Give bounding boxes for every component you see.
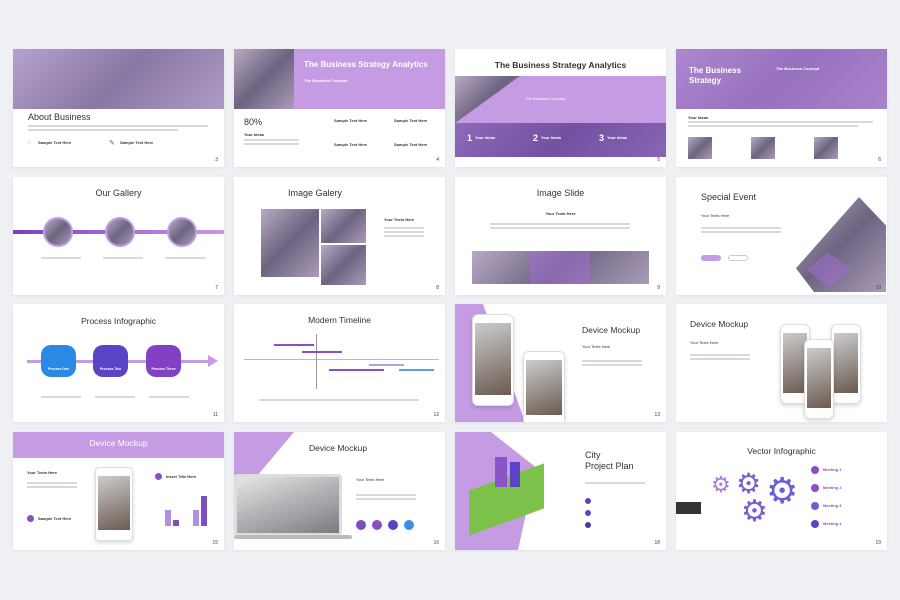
text-heading: Your Texts Here	[384, 217, 415, 222]
slide-thumbnail-14[interactable]: Device Mockup Your Texts Here	[676, 304, 887, 422]
item-label: Sample Text Here	[394, 142, 428, 147]
step-label: Process One	[47, 367, 70, 371]
lightbulb-icon: ◌	[27, 139, 32, 146]
slide-title: Vector Infographic	[747, 446, 816, 456]
step-label: Your Ideas	[475, 135, 496, 140]
gear-icon: ⚙	[711, 472, 731, 497]
stat-value: 80%	[244, 117, 263, 127]
text-heading: Your Texts Here	[690, 340, 719, 345]
slide-thumbnail-9[interactable]: Image Slide Your Texts Here 9	[455, 177, 666, 295]
slide-title: Our Gallery	[95, 188, 142, 198]
slide-title: Device Mockup	[89, 438, 148, 448]
slide-title: The Business Strategy Analytics	[304, 60, 428, 69]
item-label: Meeting 2	[823, 485, 842, 490]
slide-title: Modern Timeline	[308, 315, 371, 325]
slide-number: 16	[433, 540, 439, 546]
item-label: Sample Text Here	[334, 142, 368, 147]
slide-title-line2: Project Plan	[585, 461, 634, 471]
button[interactable]	[728, 255, 748, 261]
slide-title: Device Mockup	[690, 319, 749, 329]
slide-subtitle: The Business Concept	[304, 78, 348, 83]
text-heading: Your Texts Here	[356, 477, 385, 482]
slide-number: 4	[436, 157, 439, 163]
slide-title: Special Event	[701, 192, 757, 202]
stat-label: Your Ideas	[244, 132, 265, 137]
slide-number: 6	[878, 157, 881, 163]
step-label: Process Three	[151, 367, 176, 371]
text-heading: Your Texts Here	[582, 344, 611, 349]
chart-title: Insert Title Here	[166, 474, 197, 479]
slide-thumbnail-18[interactable]: City Project Plan 18	[455, 432, 666, 550]
gear-icon: ⚙	[741, 495, 768, 528]
item-label: Sample Text Here	[120, 140, 154, 145]
slide-thumbnail-16[interactable]: Device Mockup Your Texts Here 16	[234, 432, 445, 550]
slide-number: 8	[436, 285, 439, 291]
text-heading: Your Texts Here	[27, 470, 58, 475]
button[interactable]	[701, 255, 721, 261]
slide-title: About Business	[28, 112, 91, 122]
slide-thumbnail-13[interactable]: Device Mockup Your Texts Here 13	[455, 304, 666, 422]
slide-thumbnail-12[interactable]: Modern Timeline 12	[234, 304, 445, 422]
slide-title: Image Galery	[288, 188, 343, 198]
step-number: 3	[599, 133, 605, 143]
item-label: Meeting 3	[823, 503, 842, 508]
slide-thumbnail-15[interactable]: Device Mockup Your Texts Here Sample Tex…	[13, 432, 224, 550]
slide-number: 7	[215, 285, 218, 291]
slide-title: City	[585, 450, 601, 460]
slide-title: Process Infographic	[80, 316, 157, 326]
step-label: Your Ideas	[607, 135, 628, 140]
slide-title: The Business Strategy Analytics	[494, 60, 627, 70]
slide-subtitle: The Business Concept	[776, 66, 820, 71]
slide-number: 18	[654, 540, 660, 546]
section-heading: Your Ideas	[688, 115, 709, 120]
step-label: Your Ideas	[541, 135, 562, 140]
slide-number: 3	[215, 157, 218, 163]
slide-title: The Business Strategy	[689, 66, 742, 85]
slide-number: 11	[212, 412, 218, 418]
slide-number: 9	[657, 285, 660, 291]
item-label: Sample Text Here	[394, 118, 428, 123]
slide-title: Device Mockup	[582, 325, 641, 335]
text-heading: Your Texts Here	[701, 213, 730, 218]
slide-thumbnail-8[interactable]: Image Galery Your Texts Here 8	[234, 177, 445, 295]
slide-number: 15	[212, 540, 218, 546]
step-label: Process Two	[99, 367, 122, 371]
step-number: 1	[467, 133, 473, 143]
step-number: 2	[533, 133, 539, 143]
slide-thumbnail-4[interactable]: The Business Strategy Analytics The Busi…	[234, 49, 445, 167]
item-label: Sample Text Here	[38, 516, 72, 521]
slide-number: 19	[875, 540, 881, 546]
slide-subtitle: The Business Concept	[525, 96, 566, 101]
slide-number: 10	[875, 285, 881, 291]
slide-thumbnail-7[interactable]: Our Gallery 7	[13, 177, 224, 295]
gear-icon: ⚙	[766, 470, 799, 511]
pencil-icon: ✎	[109, 140, 115, 147]
item-label: Sample Text Here	[334, 118, 368, 123]
slide-title: Image Slide	[536, 188, 585, 198]
slide-number: 12	[433, 412, 439, 418]
item-label: Meeting 1	[823, 467, 842, 472]
slide-thumbnail-5[interactable]: The Business Strategy Analytics The Busi…	[455, 49, 666, 167]
slide-thumbnail-10[interactable]: Special Event Your Texts Here 10	[676, 177, 887, 295]
item-label: Sample Text Here	[38, 140, 72, 145]
slide-number: 5	[657, 157, 660, 163]
slide-thumbnail-3[interactable]: About Business ◌ Sample Text Here ✎ Samp…	[13, 49, 224, 167]
slide-number: 13	[654, 412, 660, 418]
text-heading: Your Texts Here	[545, 211, 576, 216]
slide-thumbnail-6[interactable]: The Business Strategy The Business Conce…	[676, 49, 887, 167]
slide-thumbnail-11[interactable]: Process Infographic Process One Process …	[13, 304, 224, 422]
slide-title: Device Mockup	[309, 443, 368, 453]
item-label: Meeting 4	[823, 521, 842, 526]
slide-thumbnail-19[interactable]: Vector Infographic ⚙ ⚙ ⚙ ⚙ Meeting 1 Mee…	[676, 432, 887, 550]
